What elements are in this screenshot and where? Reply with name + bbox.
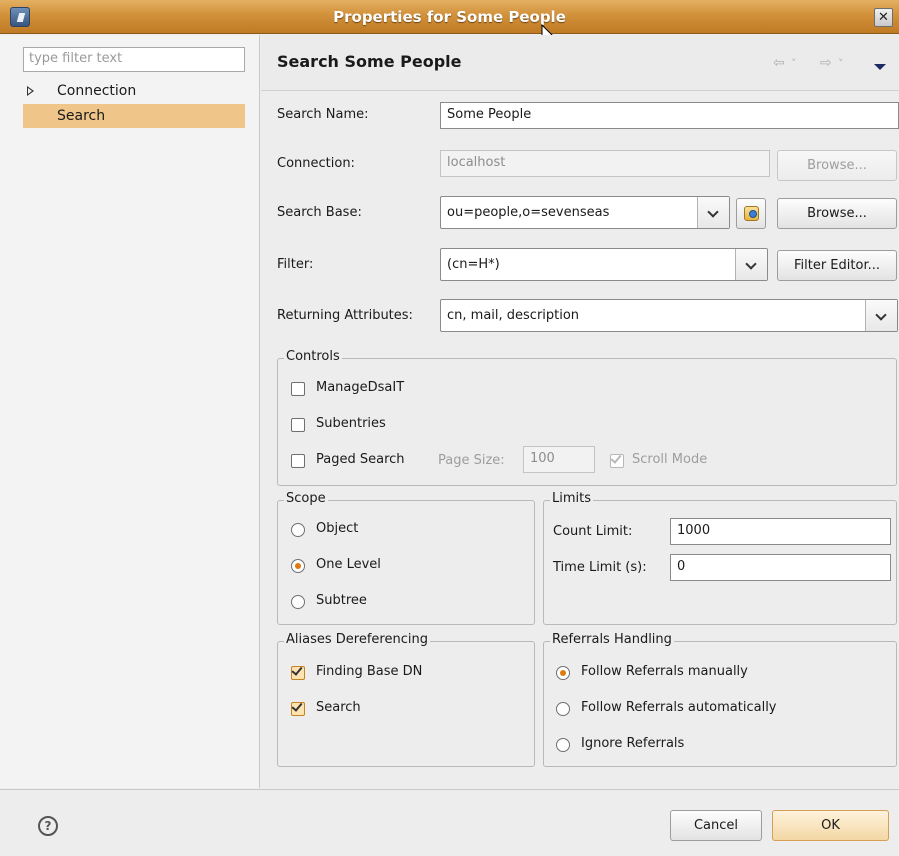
scope-subtree-label: Subtree (316, 593, 367, 608)
paged-search-checkbox[interactable] (291, 454, 305, 468)
expand-arrow-icon[interactable] (27, 86, 34, 96)
cancel-button[interactable]: Cancel (670, 810, 762, 841)
sidebar-item-connection[interactable]: Connection (23, 79, 245, 103)
close-button[interactable]: ✕ (874, 8, 893, 27)
sidebar-item-search[interactable]: Search (23, 104, 245, 128)
aliases-group: Aliases Dereferencing Finding Base DN Se… (277, 632, 535, 767)
follow-automatically-radio[interactable] (556, 702, 570, 716)
page-size-input[interactable]: 100 (523, 446, 595, 473)
follow-manually-radio[interactable] (556, 666, 570, 680)
search-name-input[interactable]: Some People (440, 102, 899, 129)
title-bar[interactable]: Properties for Some People ✕ (0, 0, 899, 34)
filter-value: (cn=H*) (447, 257, 500, 272)
filter-editor-button[interactable]: Filter Editor... (777, 250, 897, 281)
controls-legend: Controls (284, 349, 342, 364)
ok-button[interactable]: OK (772, 810, 889, 841)
subentries-label: Subentries (316, 416, 386, 431)
scope-object-label: Object (316, 521, 359, 536)
referrals-group: Referrals Handling Follow Referrals manu… (543, 632, 897, 767)
main-panel: Search Some People ⇦ ˅ ⇨ ˅ Search Name: … (261, 35, 899, 788)
page-header: Search Some People ⇦ ˅ ⇨ ˅ (261, 35, 899, 91)
search-base-label: Search Base: (277, 205, 362, 220)
scroll-mode-label: Scroll Mode (632, 452, 708, 467)
returning-attributes-label: Returning Attributes: (277, 308, 413, 323)
scope-object-radio[interactable] (291, 523, 305, 537)
filter-combo[interactable]: (cn=H*) (440, 248, 768, 281)
follow-manually-label: Follow Referrals manually (581, 664, 748, 679)
time-limit-input[interactable]: 0 (670, 554, 891, 581)
returning-attributes-combo[interactable]: cn, mail, description (440, 299, 898, 332)
scope-one-level-label: One Level (316, 557, 381, 572)
aliases-legend: Aliases Dereferencing (284, 632, 430, 647)
returning-attributes-value: cn, mail, description (447, 308, 580, 323)
check-icon (610, 452, 622, 464)
sidebar: type filter text Connection Search (0, 35, 260, 788)
scope-group: Scope Object One Level Subtree (277, 491, 535, 625)
connection-browse-button[interactable]: Browse... (777, 150, 897, 181)
help-icon[interactable]: ? (38, 816, 58, 836)
alias-search-label: Search (316, 700, 361, 715)
filter-label: Filter: (277, 257, 314, 272)
page-size-label: Page Size: (438, 453, 505, 468)
connection-input[interactable]: localhost (440, 150, 770, 177)
referrals-legend: Referrals Handling (550, 632, 674, 647)
browse-entry-icon (744, 206, 759, 221)
alias-search-checkbox[interactable] (291, 700, 305, 716)
sidebar-item-label: Connection (57, 83, 137, 99)
paged-search-label: Paged Search (316, 452, 405, 467)
scope-legend: Scope (284, 491, 328, 506)
chevron-down-icon[interactable] (865, 300, 897, 331)
chevron-down-icon[interactable] (697, 197, 729, 228)
limits-group: Limits Count Limit: 1000 Time Limit (s):… (543, 491, 897, 625)
manage-dsait-label: ManageDsaIT (316, 380, 405, 395)
forward-menu-icon[interactable]: ˅ (838, 57, 844, 70)
count-limit-input[interactable]: 1000 (670, 518, 891, 545)
finding-base-dn-checkbox[interactable] (291, 664, 305, 680)
ignore-referrals-radio[interactable] (556, 738, 570, 752)
time-limit-label: Time Limit (s): (553, 560, 647, 575)
back-arrow-icon[interactable]: ⇦ (773, 55, 785, 71)
check-icon (291, 700, 303, 712)
search-name-label: Search Name: (277, 107, 369, 122)
sidebar-item-label: Search (57, 108, 106, 124)
ignore-referrals-label: Ignore Referrals (581, 736, 685, 751)
search-base-combo[interactable]: ou=people,o=sevenseas (440, 196, 730, 229)
forward-arrow-icon[interactable]: ⇨ (820, 55, 832, 71)
search-base-value: ou=people,o=sevenseas (447, 205, 610, 220)
search-base-bookmark-button[interactable] (736, 198, 766, 229)
count-limit-label: Count Limit: (553, 524, 633, 539)
dialog-footer: ? Cancel OK (0, 789, 899, 856)
check-icon (291, 664, 303, 676)
finding-base-dn-label: Finding Base DN (316, 664, 423, 679)
controls-group: Controls ManageDsaIT Subentries Paged Se… (277, 349, 897, 486)
scroll-mode-checkbox[interactable] (610, 452, 624, 468)
back-menu-icon[interactable]: ˅ (791, 57, 797, 70)
scope-one-level-radio[interactable] (291, 559, 305, 573)
view-menu-icon[interactable] (874, 64, 886, 70)
scope-subtree-radio[interactable] (291, 595, 305, 609)
connection-label: Connection: (277, 156, 355, 171)
filter-input[interactable]: type filter text (23, 47, 245, 72)
chevron-down-icon[interactable] (735, 249, 767, 280)
window-title: Properties for Some People (333, 8, 566, 26)
follow-automatically-label: Follow Referrals automatically (581, 700, 777, 715)
search-base-browse-button[interactable]: Browse... (777, 198, 897, 229)
page-title: Search Some People (277, 52, 462, 71)
subentries-checkbox[interactable] (291, 418, 305, 432)
manage-dsait-checkbox[interactable] (291, 382, 305, 396)
limits-legend: Limits (550, 491, 593, 506)
